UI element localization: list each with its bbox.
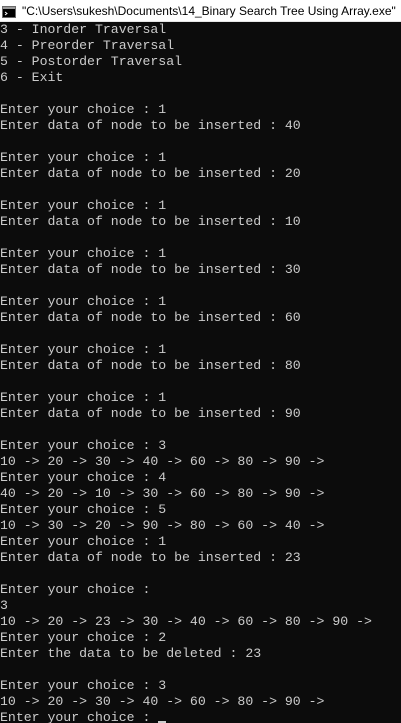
console-line: Enter your choice : 1 [0, 390, 167, 405]
console-line: Enter your choice : 3 [0, 678, 167, 693]
console-line: 10 -> 30 -> 20 -> 90 -> 80 -> 60 -> 40 -… [0, 518, 325, 533]
console-line: Enter your choice : 1 [0, 102, 167, 117]
console-line: Enter your choice : 3 [0, 438, 167, 453]
console-line: 10 -> 20 -> 30 -> 40 -> 60 -> 80 -> 90 -… [0, 694, 325, 709]
console-line: 10 -> 20 -> 23 -> 30 -> 40 -> 60 -> 80 -… [0, 614, 372, 629]
console-line: 3 - Inorder Traversal [0, 22, 167, 37]
console-line: 10 -> 20 -> 30 -> 40 -> 60 -> 80 -> 90 -… [0, 454, 325, 469]
console-line: Enter your choice : 1 [0, 198, 167, 213]
console-line: 6 - Exit [0, 70, 64, 85]
console-line: Enter data of node to be inserted : 30 [0, 262, 301, 277]
console-line: Enter data of node to be inserted : 90 [0, 406, 301, 421]
console-output[interactable]: 3 - Inorder Traversal 4 - Preorder Traver… [0, 22, 401, 723]
console-line: 3 [0, 598, 8, 613]
console-line: Enter data of node to be inserted : 10 [0, 214, 301, 229]
console-line: 4 - Preorder Traversal [0, 38, 175, 53]
console-line: Enter your choice : 1 [0, 294, 167, 309]
console-line: Enter your choice : 1 [0, 246, 167, 261]
console-line: Enter your choice : 4 [0, 470, 167, 485]
console-line: Enter data of node to be inserted : 23 [0, 550, 301, 565]
console-line: Enter your choice : 1 [0, 534, 167, 549]
console-line: Enter data of node to be inserted : 40 [0, 118, 301, 133]
console-window: "C:\Users\sukesh\Documents\14_Binary Sea… [0, 0, 401, 723]
console-line: 5 - Postorder Traversal [0, 54, 183, 69]
console-line: Enter your choice : 1 [0, 342, 167, 357]
console-line: Enter data of node to be inserted : 80 [0, 358, 301, 373]
window-title: "C:\Users\sukesh\Documents\14_Binary Sea… [22, 3, 396, 18]
console-prompt-line[interactable]: Enter your choice : [0, 710, 401, 723]
console-line: 40 -> 20 -> 10 -> 30 -> 60 -> 80 -> 90 -… [0, 486, 325, 501]
console-line: Enter your choice : 1 [0, 150, 167, 165]
console-line: Enter the data to be deleted : 23 [0, 646, 262, 661]
console-line: Enter data of node to be inserted : 60 [0, 310, 301, 325]
console-line: Enter your choice : 2 [0, 630, 167, 645]
console-prompt-text: Enter your choice : [0, 710, 159, 723]
console-line: Enter your choice : 5 [0, 502, 167, 517]
console-line: Enter your choice : [0, 582, 151, 597]
console-app-icon [2, 5, 16, 18]
title-bar[interactable]: "C:\Users\sukesh\Documents\14_Binary Sea… [0, 0, 401, 22]
console-line: Enter data of node to be inserted : 20 [0, 166, 301, 181]
